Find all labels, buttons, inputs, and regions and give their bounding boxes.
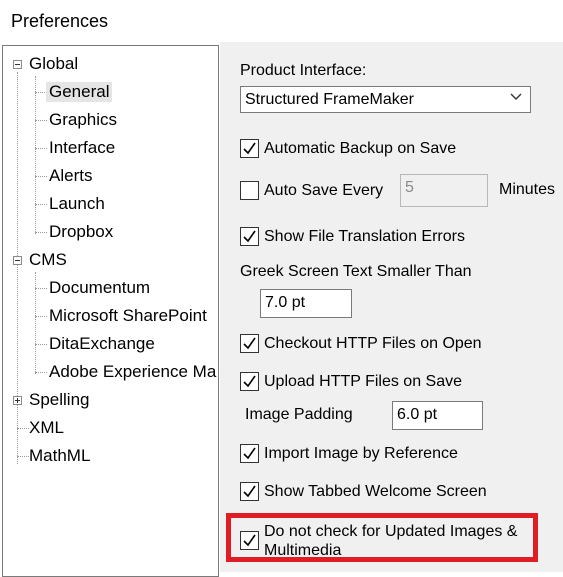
auto-save-label: Auto Save Every (264, 182, 384, 199)
collapse-global-icon[interactable] (13, 60, 22, 69)
show-translation-errors-checkbox[interactable] (240, 227, 259, 246)
preferences-tree[interactable]: Global General Graphics Interface Alerts… (2, 45, 219, 577)
tree-item-interface[interactable]: Interface (49, 138, 115, 158)
tree-connector (35, 344, 47, 345)
chevron-down-icon (510, 93, 522, 100)
tree-connector (35, 148, 47, 149)
tree-item-global[interactable]: Global (29, 54, 78, 74)
tree-item-ditaexchange[interactable]: DitaExchange (49, 334, 155, 354)
checkmark-icon (243, 485, 256, 498)
window-title: Preferences (11, 11, 109, 31)
tree-connector (17, 428, 29, 429)
tree-item-dropbox[interactable]: Dropbox (49, 222, 113, 242)
tree-item-launch[interactable]: Launch (49, 194, 105, 214)
tree-item-documentum[interactable]: Documentum (49, 278, 150, 298)
upload-http-checkbox[interactable] (240, 372, 259, 391)
general-settings-panel: Product Interface: Structured FrameMaker… (220, 42, 563, 572)
greek-text-size-input[interactable]: 7.0 pt (260, 289, 352, 318)
image-padding-label: Image Padding (245, 406, 353, 423)
tree-item-mathml[interactable]: MathML (29, 446, 90, 466)
greek-text-label: Greek Screen Text Smaller Than (240, 263, 472, 280)
auto-save-unit-label: Minutes (499, 181, 556, 198)
collapse-cms-icon[interactable] (13, 256, 22, 265)
tree-connector (35, 76, 36, 234)
checkmark-icon (243, 230, 256, 243)
title-bar: Preferences (0, 0, 563, 44)
automatic-backup-checkbox[interactable] (240, 139, 259, 158)
tree-item-cms[interactable]: CMS (29, 250, 67, 270)
auto-save-checkbox[interactable] (240, 181, 259, 200)
tree-connector (35, 232, 47, 233)
tree-connector (35, 288, 47, 289)
upload-http-label: Upload HTTP Files on Save (264, 373, 463, 390)
tree-item-adobe-experience[interactable]: Adobe Experience Ma (49, 362, 216, 382)
tabbed-welcome-label: Show Tabbed Welcome Screen (264, 483, 487, 500)
tree-item-xml[interactable]: XML (29, 418, 64, 438)
tree-connector (35, 316, 47, 317)
import-by-reference-label: Import Image by Reference (264, 445, 458, 462)
tree-item-spelling[interactable]: Spelling (29, 390, 90, 410)
tree-item-alerts[interactable]: Alerts (49, 166, 92, 186)
image-padding-input[interactable]: 6.0 pt (392, 401, 483, 430)
show-translation-errors-label: Show File Translation Errors (264, 228, 465, 245)
highlight-box (226, 513, 538, 562)
expand-spelling-icon[interactable] (13, 396, 22, 405)
checkmark-icon (243, 375, 256, 388)
tree-connector (17, 456, 29, 457)
checkmark-icon (243, 337, 256, 350)
tree-item-sharepoint[interactable]: Microsoft SharePoint (49, 306, 207, 326)
checkmark-icon (243, 142, 256, 155)
tree-connector (35, 372, 47, 373)
product-interface-label: Product Interface: (240, 62, 367, 79)
automatic-backup-label: Automatic Backup on Save (264, 140, 457, 157)
checkmark-icon (243, 447, 256, 460)
tree-connector (17, 72, 18, 464)
tree-item-general[interactable]: General (46, 82, 113, 102)
auto-save-minutes-input[interactable]: 5 (400, 174, 488, 207)
tree-connector (35, 204, 47, 205)
import-by-reference-checkbox[interactable] (240, 444, 259, 463)
tree-connector (35, 176, 47, 177)
checkout-http-label: Checkout HTTP Files on Open (264, 335, 482, 352)
product-interface-value: Structured FrameMaker (245, 91, 414, 108)
tabbed-welcome-checkbox[interactable] (240, 482, 259, 501)
checkout-http-checkbox[interactable] (240, 334, 259, 353)
product-interface-select[interactable]: Structured FrameMaker (240, 86, 531, 113)
tree-item-graphics[interactable]: Graphics (49, 110, 117, 130)
tree-connector (35, 120, 47, 121)
